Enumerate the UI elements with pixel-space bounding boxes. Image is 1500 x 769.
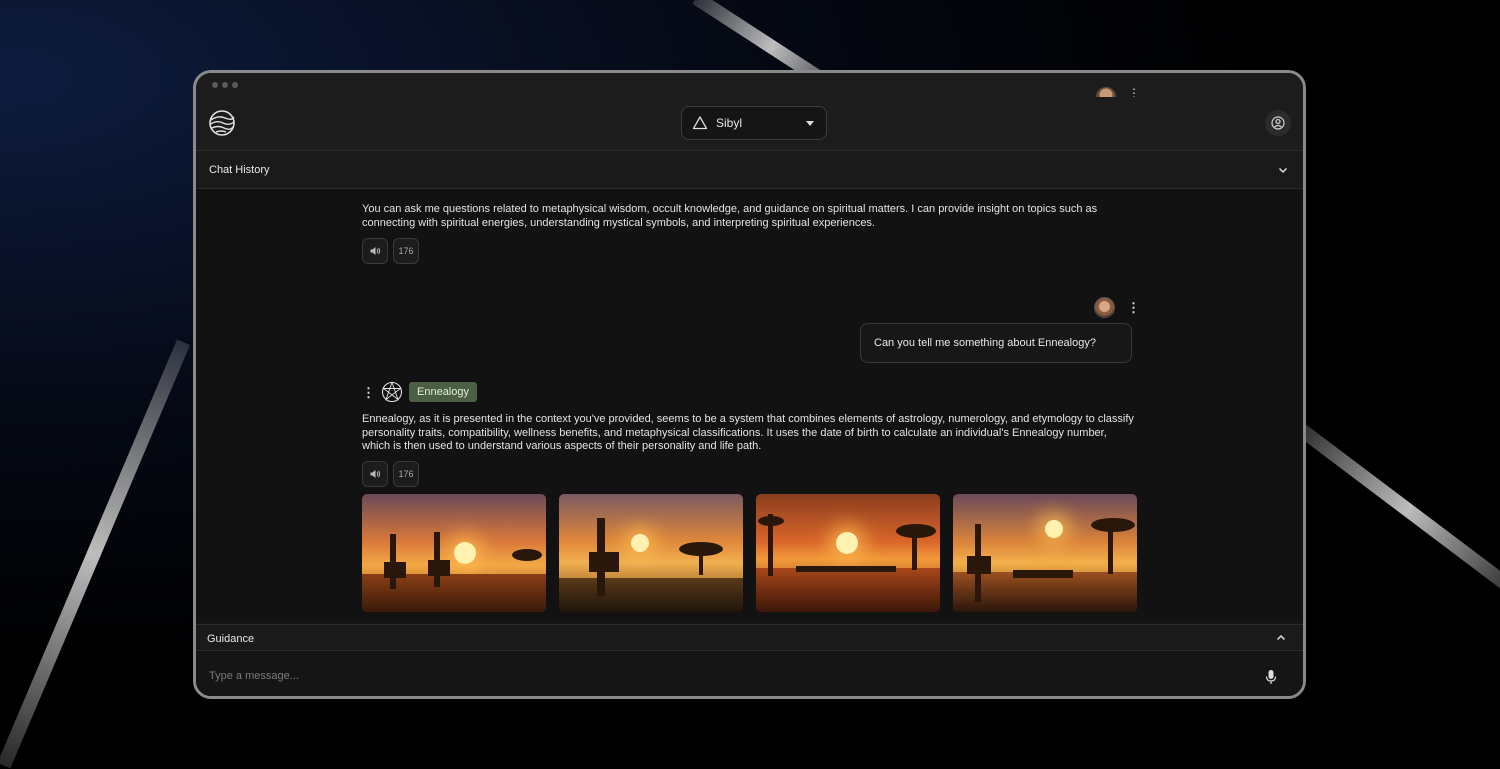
user-message-bubble: Can you tell me something about Ennealog… (860, 323, 1132, 363)
model-selector-label: Sibyl (716, 116, 743, 130)
app-window: ⋮ Sibyl Chat History You can ask me ques… (193, 70, 1306, 699)
microphone-icon[interactable] (1265, 669, 1277, 685)
window-titlebar: ⋮ (196, 73, 1303, 99)
background-light-beam (1291, 420, 1500, 600)
message-composer (196, 651, 1303, 696)
user-avatar (1094, 297, 1115, 318)
chat-thread: You can ask me questions related to meta… (196, 189, 1303, 619)
generated-image[interactable] (756, 494, 940, 612)
user-message-header: ⋮ (1094, 297, 1140, 318)
window-controls[interactable] (212, 82, 238, 88)
speaker-button[interactable] (362, 238, 388, 264)
account-button[interactable] (1265, 110, 1291, 136)
token-count-badge: 176 (393, 461, 419, 487)
chat-history-label: Chat History (209, 164, 270, 176)
chevron-down-icon (1278, 167, 1288, 174)
more-options-icon[interactable]: ⋮ (362, 386, 375, 399)
bot-message-text: Ennealogy, as it is presented in the con… (362, 413, 1134, 452)
more-options-icon[interactable]: ⋮ (1128, 87, 1140, 99)
user-circle-icon (1271, 116, 1285, 130)
speaker-button[interactable] (362, 461, 388, 487)
generated-image[interactable] (362, 494, 546, 612)
enneagram-icon (381, 381, 403, 403)
background-light-beam (0, 339, 190, 769)
app-header: Sibyl (196, 97, 1303, 151)
generated-image[interactable] (559, 494, 743, 612)
token-count-badge: 176 (393, 238, 419, 264)
model-selector[interactable]: Sibyl (681, 106, 827, 140)
chevron-up-icon (1276, 634, 1286, 641)
chat-history-toggle[interactable]: Chat History (196, 151, 1303, 189)
triangle-icon (692, 116, 708, 130)
topic-tag[interactable]: Ennealogy (409, 382, 477, 402)
speaker-icon (370, 247, 381, 255)
globe-logo-icon[interactable] (208, 109, 236, 137)
message-input[interactable] (209, 663, 1209, 689)
guidance-label: Guidance (207, 633, 255, 645)
more-options-icon[interactable]: ⋮ (1127, 301, 1140, 314)
chevron-down-icon (806, 121, 814, 126)
generated-image[interactable] (953, 494, 1137, 612)
bot-message-text: You can ask me questions related to meta… (362, 203, 1098, 229)
generated-images (362, 494, 1137, 612)
message-actions: 176 (362, 238, 419, 264)
user-avatar (1096, 87, 1116, 97)
guidance-toggle[interactable]: Guidance (196, 624, 1303, 651)
speaker-icon (370, 470, 381, 478)
message-actions: 176 (362, 461, 419, 487)
bot-message-header: ⋮ Ennealogy (362, 381, 477, 403)
